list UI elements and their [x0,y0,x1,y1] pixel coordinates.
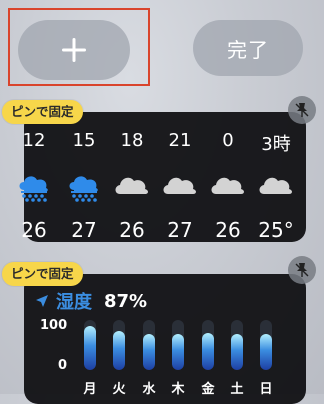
day-label: 土 [230,382,244,397]
forecast-temp: 26 [21,218,47,242]
highlight-box [8,8,150,86]
axis-max-label: 100 [40,318,68,333]
cloud-icon [254,172,298,198]
humidity-bar [113,320,125,370]
humidity-bar-fill [84,326,96,370]
cloud-icon [158,172,202,198]
location-arrow-icon [36,295,48,307]
humidity-value: 87% [104,290,148,312]
forecast-hour: 21 [168,130,192,151]
humidity-bar [84,320,96,370]
forecast-column: 18 26 [110,130,154,242]
forecast-column: 3時 25° [254,130,298,242]
forecast-hour: 18 [120,130,144,151]
forecast-column: 21 27 [158,130,202,242]
humidity-label: 湿度 [56,292,92,313]
day-label: 金 [201,382,215,397]
day-label: 日 [259,382,273,397]
forecast-temp: 26 [119,218,145,242]
forecast-column: 15 27 [62,130,106,242]
humidity-bar-fill [260,334,272,370]
forecast-temp: 25° [258,218,294,242]
cloud-icon [206,172,250,198]
day-label: 水 [142,382,156,397]
day-label: 月 [83,382,97,397]
forecast-hour: 3時 [261,134,291,155]
pin-badge-weather: ピンで固定 [2,100,83,124]
humidity-bar-fill [113,331,125,370]
humidity-bar [260,320,272,370]
forecast-temp: 27 [71,218,97,242]
cloud-icon [110,172,154,198]
axis-min-label: 0 [58,358,68,373]
humidity-bar-fill [143,334,155,370]
forecast-temp: 27 [167,218,193,242]
rain-cloud-icon [12,172,56,202]
forecast-column: 12 26 [12,130,56,242]
pin-button-humidity[interactable] [288,256,316,284]
rain-cloud-icon [62,172,106,202]
humidity-bar [231,320,243,370]
done-button[interactable]: 完了 [193,20,303,76]
humidity-bar-fill [202,333,214,370]
forecast-hour: 0 [222,130,234,151]
humidity-bar [172,320,184,370]
day-label: 火 [112,382,126,397]
forecast-hour: 12 [22,130,46,151]
humidity-bar [202,320,214,370]
humidity-bar-fill [172,334,184,370]
forecast-hour: 15 [72,130,96,151]
day-label: 木 [171,382,185,397]
pin-badge-humidity: ピンで固定 [2,262,83,286]
humidity-bar-fill [231,334,243,370]
pin-icon [295,103,309,117]
humidity-bar [143,320,155,370]
forecast-temp: 26 [215,218,241,242]
forecast-column: 0 26 [206,130,250,242]
pin-icon [295,263,309,277]
humidity-header: 湿度 87% [34,288,147,314]
pin-button-weather[interactable] [288,96,316,124]
